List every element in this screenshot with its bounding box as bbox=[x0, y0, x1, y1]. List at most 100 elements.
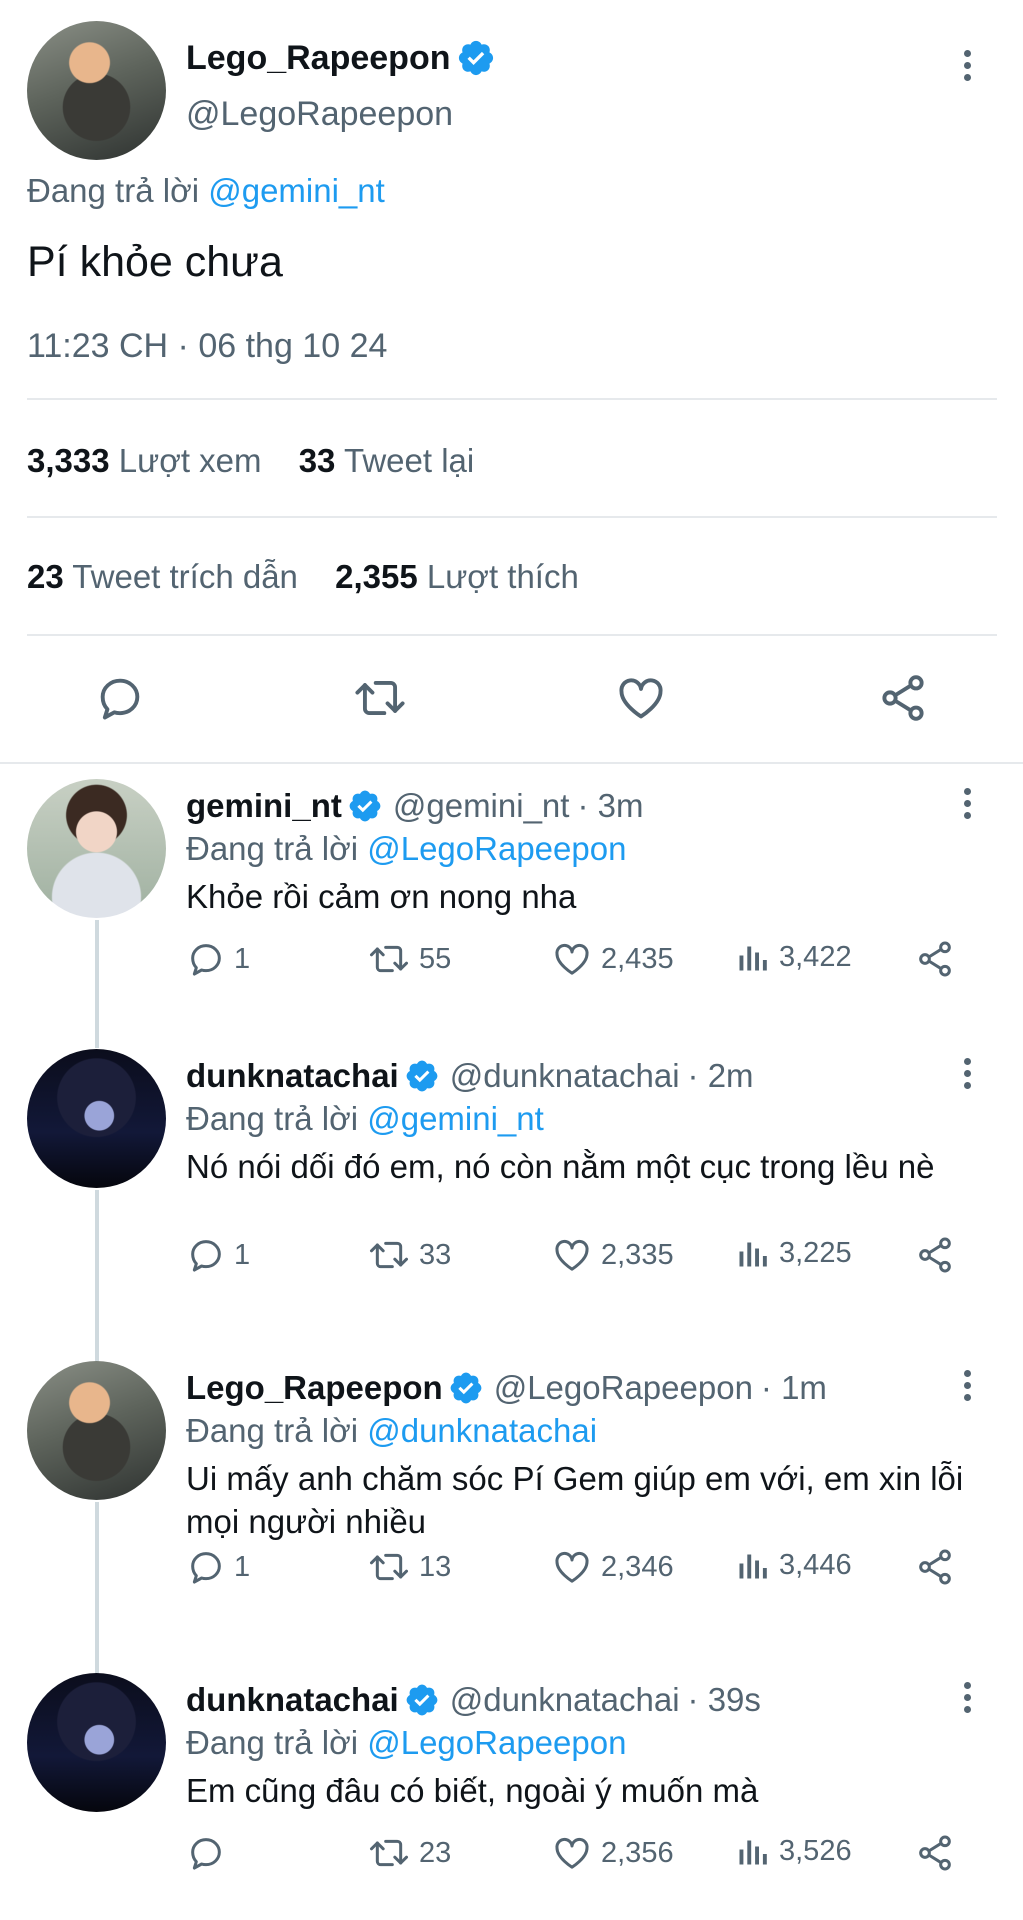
like-icon bbox=[555, 1837, 589, 1869]
retweet-count: 33 bbox=[419, 1238, 452, 1271]
likes-stat[interactable]: 2,355 Lượt thích bbox=[335, 558, 579, 595]
reply-avatar[interactable] bbox=[27, 1049, 166, 1188]
reply-header: dunknatachai @dunknatachai · 2m bbox=[186, 1054, 754, 1098]
retweets-stat[interactable]: 33 Tweet lại bbox=[299, 442, 475, 479]
more-icon[interactable] bbox=[961, 1058, 973, 1094]
views-button[interactable]: 3,526 bbox=[735, 1833, 852, 1869]
reply-text: Ui mấy anh chăm sóc Pí Gem giúp em với, … bbox=[186, 1460, 964, 1540]
author-name-row[interactable]: Lego_Rapeepon bbox=[186, 34, 496, 82]
reply-time[interactable]: · 3m bbox=[577, 787, 643, 825]
reply-icon bbox=[191, 1838, 221, 1870]
views-label: Lượt xem bbox=[118, 442, 262, 479]
retweet-icon[interactable] bbox=[352, 672, 408, 724]
like-icon bbox=[555, 943, 589, 975]
more-icon[interactable] bbox=[961, 50, 973, 86]
reply-avatar[interactable] bbox=[27, 779, 166, 918]
reply-display-name[interactable]: dunknatachai bbox=[186, 1057, 399, 1095]
more-icon[interactable] bbox=[961, 1370, 973, 1406]
views-icon bbox=[739, 1242, 767, 1267]
display-name[interactable]: Lego_Rapeepon bbox=[186, 39, 450, 78]
reply-display-name[interactable]: Lego_Rapeepon bbox=[186, 1369, 443, 1407]
divider bbox=[27, 634, 997, 636]
reply-avatar[interactable] bbox=[27, 1673, 166, 1812]
retweet-button[interactable]: 23 bbox=[367, 1833, 451, 1873]
tweet-text: Pí khỏe chưa bbox=[27, 238, 283, 286]
like-icon bbox=[555, 1239, 589, 1271]
reply-button[interactable]: 1 bbox=[186, 1235, 250, 1275]
views-count: 3,422 bbox=[779, 940, 852, 973]
reply-handle[interactable]: @dunknatachai bbox=[450, 1681, 680, 1719]
replying-to-link[interactable]: @LegoRapeepon bbox=[367, 1724, 626, 1761]
reply-header: dunknatachai @dunknatachai · 39s bbox=[186, 1678, 761, 1722]
views-icon bbox=[739, 1840, 767, 1865]
reply-replying-line: Đang trả lời @gemini_nt bbox=[186, 1100, 544, 1138]
retweet-icon bbox=[370, 1241, 408, 1269]
replying-to-link[interactable]: @dunknatachai bbox=[367, 1412, 597, 1449]
verified-badge-icon bbox=[349, 790, 381, 822]
share-button[interactable] bbox=[914, 1547, 956, 1587]
reply-handle[interactable]: @gemini_nt bbox=[393, 787, 570, 825]
retweet-icon bbox=[370, 945, 408, 973]
reply-display-name[interactable]: dunknatachai bbox=[186, 1681, 399, 1719]
verified-badge-icon bbox=[406, 1060, 438, 1092]
views-stat[interactable]: 3,333 Lượt xem bbox=[27, 442, 262, 479]
like-button[interactable]: 2,335 bbox=[551, 1235, 674, 1275]
replying-to-link[interactable]: @gemini_nt bbox=[367, 1100, 544, 1137]
share-button[interactable] bbox=[914, 939, 956, 979]
like-button[interactable]: 2,346 bbox=[551, 1547, 674, 1587]
more-icon[interactable] bbox=[961, 1682, 973, 1718]
retweet-button[interactable]: 55 bbox=[367, 939, 451, 979]
views-button[interactable]: 3,422 bbox=[735, 939, 852, 975]
quotes-stat[interactable]: 23 Tweet trích dẫn bbox=[27, 558, 298, 595]
like-icon[interactable] bbox=[614, 672, 668, 724]
likes-label: Lượt thích bbox=[426, 558, 579, 595]
share-button[interactable] bbox=[914, 1235, 956, 1275]
like-count: 2,335 bbox=[601, 1238, 674, 1271]
verified-badge-icon bbox=[459, 40, 494, 76]
reply-time[interactable]: · 2m bbox=[688, 1057, 754, 1095]
timestamp[interactable]: 11:23 CH · 06 thg 10 24 bbox=[27, 327, 387, 366]
reply-replying-line: Đang trả lời @LegoRapeepon bbox=[186, 1724, 626, 1762]
thread-line bbox=[95, 1502, 99, 1674]
reply-time[interactable]: · 1m bbox=[761, 1369, 827, 1407]
views-button[interactable]: 3,446 bbox=[735, 1547, 852, 1583]
replying-to-link[interactable]: @LegoRapeepon bbox=[367, 830, 626, 867]
views-button[interactable]: 3,225 bbox=[735, 1235, 852, 1271]
like-count: 2,356 bbox=[601, 1836, 674, 1869]
reply-handle[interactable]: @LegoRapeepon bbox=[494, 1369, 753, 1407]
views-count: 3,225 bbox=[779, 1236, 852, 1269]
more-icon[interactable] bbox=[961, 788, 973, 824]
reply-time[interactable]: · 39s bbox=[688, 1681, 761, 1719]
avatar[interactable] bbox=[27, 21, 166, 160]
reply-button[interactable] bbox=[186, 1833, 234, 1873]
reply-handle[interactable]: @dunknatachai bbox=[450, 1057, 680, 1095]
retweet-count: 55 bbox=[419, 942, 452, 975]
reply-button[interactable]: 1 bbox=[186, 1547, 250, 1587]
replying-to-link[interactable]: @gemini_nt bbox=[208, 172, 385, 209]
handle[interactable]: @LegoRapeepon bbox=[186, 95, 453, 134]
reply-icon[interactable] bbox=[94, 672, 146, 724]
retweet-icon bbox=[370, 1553, 408, 1581]
like-icon bbox=[555, 1551, 589, 1583]
like-button[interactable]: 2,435 bbox=[551, 939, 674, 979]
reply-avatar[interactable] bbox=[27, 1361, 166, 1500]
retweet-button[interactable]: 13 bbox=[367, 1547, 451, 1587]
stats-row-2: 23 Tweet trích dẫn 2,355 Lượt thích bbox=[27, 558, 579, 596]
share-icon[interactable] bbox=[876, 672, 930, 724]
reply-icon bbox=[191, 944, 221, 976]
reply-button[interactable]: 1 bbox=[186, 939, 250, 979]
replying-label: Đang trả lời bbox=[186, 1412, 359, 1449]
verified-badge-icon bbox=[406, 1684, 438, 1716]
views-count: 3,333 bbox=[27, 442, 110, 479]
retweet-button[interactable]: 33 bbox=[367, 1235, 451, 1275]
like-button[interactable]: 2,356 bbox=[551, 1833, 674, 1873]
thread-line bbox=[95, 920, 99, 1048]
reply-replying-line: Đang trả lời @LegoRapeepon bbox=[186, 830, 626, 868]
replying-to-line: Đang trả lời @gemini_nt bbox=[27, 172, 385, 210]
reply-display-name[interactable]: gemini_nt bbox=[186, 787, 342, 825]
like-count: 2,346 bbox=[601, 1550, 674, 1583]
share-icon bbox=[919, 1835, 951, 1871]
section-separator bbox=[0, 762, 1023, 764]
share-button[interactable] bbox=[914, 1833, 956, 1873]
reply-replying-line: Đang trả lời @dunknatachai bbox=[186, 1412, 597, 1450]
